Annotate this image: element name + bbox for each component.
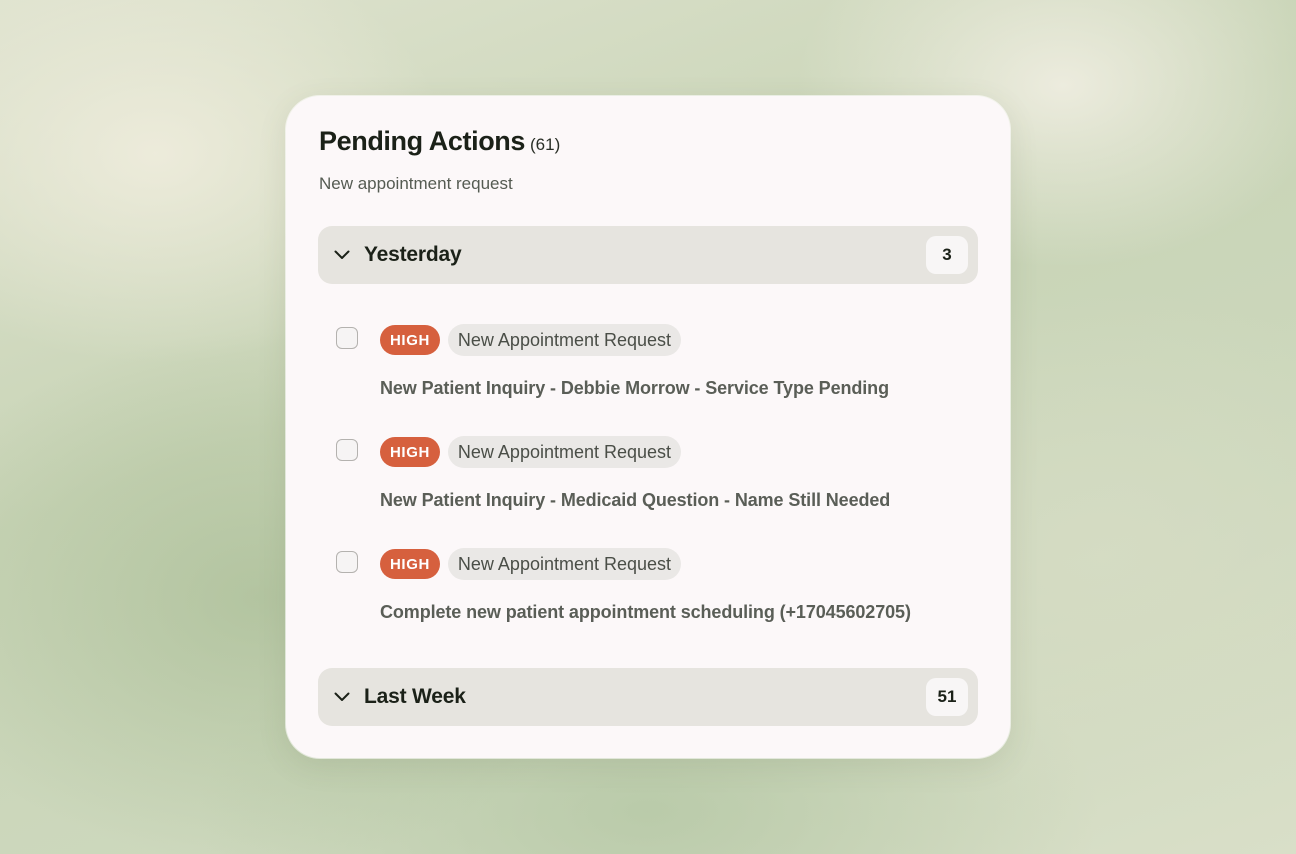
- type-tag: New Appointment Request: [447, 548, 682, 580]
- item-title[interactable]: New Patient Inquiry - Debbie Morrow - Se…: [380, 378, 889, 399]
- item-checkbox[interactable]: [336, 439, 358, 461]
- item-tags: HIGH New Appointment Request: [380, 324, 682, 356]
- item-tags: HIGH New Appointment Request: [380, 548, 682, 580]
- panel-title: Pending Actions (61): [319, 126, 560, 157]
- chevron-down-icon: [334, 247, 350, 263]
- list-item[interactable]: HIGH New Appointment Request Complete ne…: [336, 548, 966, 636]
- item-title[interactable]: Complete new patient appointment schedul…: [380, 602, 911, 623]
- group-label: Last Week: [364, 685, 466, 708]
- group-count-badge: 3: [926, 236, 968, 274]
- priority-badge: HIGH: [380, 437, 440, 467]
- panel-title-text: Pending Actions: [319, 126, 526, 156]
- group-count-badge: 51: [926, 678, 968, 716]
- priority-badge: HIGH: [380, 549, 440, 579]
- item-checkbox[interactable]: [336, 327, 358, 349]
- panel-title-count: (61): [530, 135, 561, 154]
- group-header-last-week[interactable]: Last Week 51: [318, 668, 978, 726]
- chevron-down-icon: [334, 689, 350, 705]
- pending-actions-panel: Pending Actions (61) New appointment req…: [286, 96, 1010, 758]
- item-checkbox[interactable]: [336, 551, 358, 573]
- group-label: Yesterday: [364, 243, 462, 266]
- priority-badge: HIGH: [380, 325, 440, 355]
- type-tag: New Appointment Request: [447, 324, 682, 356]
- list-item[interactable]: HIGH New Appointment Request New Patient…: [336, 436, 966, 524]
- list-item[interactable]: HIGH New Appointment Request New Patient…: [336, 324, 966, 412]
- item-tags: HIGH New Appointment Request: [380, 436, 682, 468]
- item-title[interactable]: New Patient Inquiry - Medicaid Question …: [380, 490, 890, 511]
- panel-subtitle: New appointment request: [319, 174, 513, 193]
- type-tag: New Appointment Request: [447, 436, 682, 468]
- group-header-yesterday[interactable]: Yesterday 3: [318, 226, 978, 284]
